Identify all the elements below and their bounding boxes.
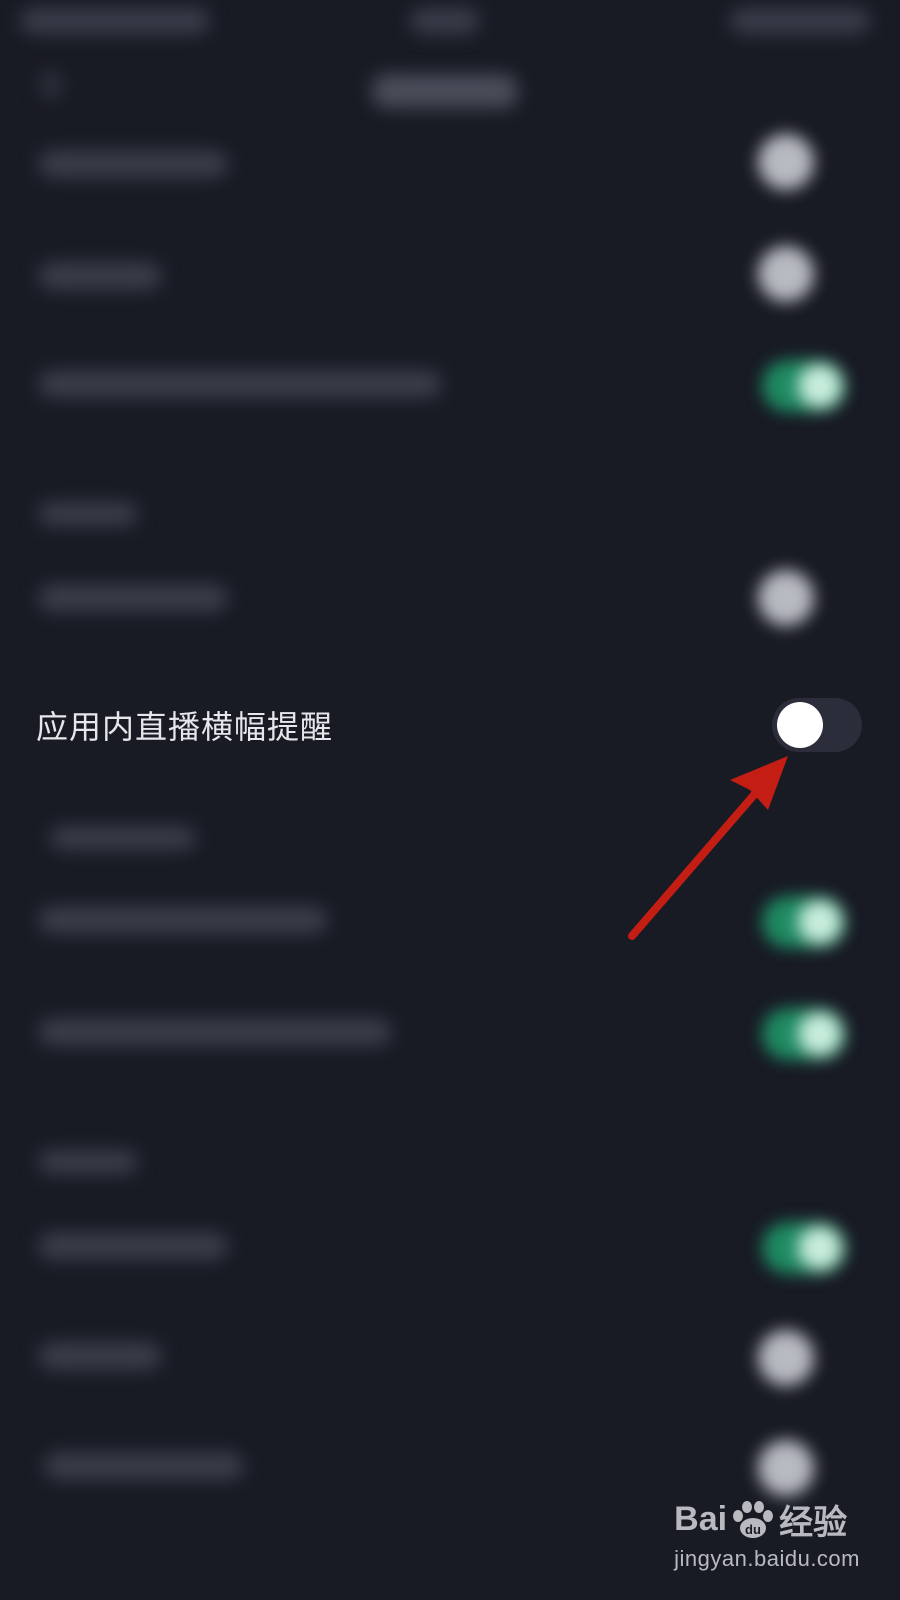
settings-row-label: 应用内直播横幅提醒	[36, 708, 334, 746]
blurred-toggle-off[interactable]	[758, 570, 814, 626]
toggle-thumb	[777, 702, 823, 748]
annotation-arrow-icon	[628, 756, 788, 940]
blurred-toggle-off[interactable]	[758, 1440, 814, 1496]
blurred-toggle-on[interactable]	[762, 1008, 846, 1060]
svg-text:du: du	[745, 1522, 761, 1537]
watermark-logo: Bai du 经验	[674, 1495, 860, 1544]
watermark-logo-text-left: Bai	[674, 1500, 728, 1538]
baidu-jingyan-watermark: Bai du 经验 jingyan.baidu.com	[674, 1495, 860, 1572]
blurred-toggle-off[interactable]	[758, 1330, 814, 1386]
watermark-url: jingyan.baidu.com	[674, 1546, 860, 1571]
blurred-back-icon[interactable]	[40, 70, 70, 100]
baidu-paw-icon: du	[733, 1500, 774, 1538]
blurred-toggle-off[interactable]	[758, 246, 814, 302]
blurred-toggle-on[interactable]	[762, 360, 846, 412]
blurred-toggle-on[interactable]	[762, 1222, 846, 1274]
watermark-logo-text-right: 经验	[779, 1504, 848, 1542]
blurred-toggle-off[interactable]	[758, 134, 814, 190]
live-banner-reminder-toggle[interactable]	[772, 698, 862, 752]
